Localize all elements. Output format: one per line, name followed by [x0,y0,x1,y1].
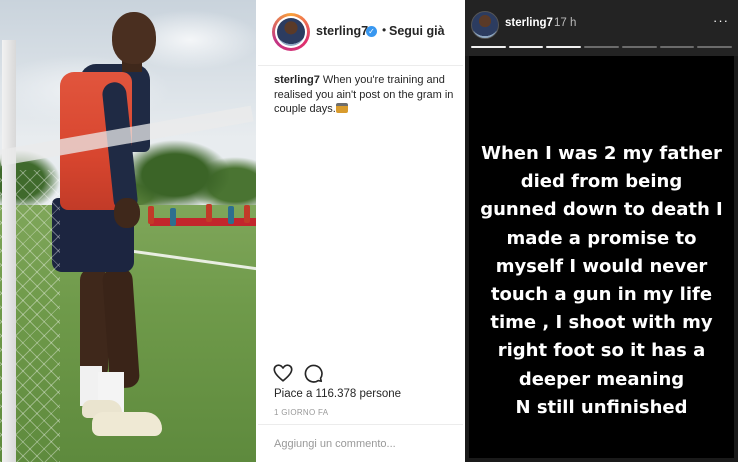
story-timestamp: 17 h [554,17,577,29]
story-text-line: time , I shoot with my [490,312,713,334]
background-player [206,204,212,222]
following-button[interactable]: Segui già [389,24,445,38]
story-progress-segment [621,46,657,48]
story-avatar[interactable] [471,11,499,39]
caption-username[interactable]: sterling7 [274,74,320,86]
story-text-line: made a promise to [506,227,697,249]
story-username[interactable]: sterling7 [505,17,553,29]
post-timestamp: 1 GIORNO FA [274,408,329,417]
story-text-line: right foot so it has a [497,340,706,362]
comment-input[interactable]: Aggiungi un commento... [258,424,463,462]
background-player [148,206,154,224]
post-panel: sterling7 ✓ • Segui già sterling7 When y… [258,0,463,462]
post-actions [258,360,463,388]
story-text-line: gunned down to death I [480,199,723,221]
pitch-hoarding [150,218,256,226]
story-panel[interactable]: sterling7 17 h ··· When I was 2 my fathe… [465,0,738,462]
post-caption: sterling7 When you're training and reali… [274,73,460,117]
background-player [228,206,234,224]
story-progress-segment [697,46,732,48]
player-hand [114,198,140,228]
story-header: sterling7 17 h ··· [465,0,738,56]
story-text-line: N still unfinished [515,396,688,418]
camera-with-flash-icon [335,103,348,113]
more-options-icon[interactable]: ··· [713,13,729,28]
story-text-line: deeper meaning [518,368,685,390]
verified-badge-icon: ✓ [366,26,377,37]
post-header: sterling7 ✓ • Segui già [258,0,463,66]
heart-icon[interactable] [272,362,294,384]
story-text-line: died from being [520,171,683,193]
story-progress-segment [659,46,695,48]
post-username[interactable]: sterling7 [316,24,368,38]
background-player [244,205,250,223]
avatar[interactable] [272,13,310,51]
player-head [112,12,156,64]
story-text-line: touch a gun in my life [490,284,713,306]
post-photo[interactable] [0,0,256,462]
story-text-line: myself I would never [495,255,708,277]
background-player [170,208,176,226]
separator-dot: • [382,23,387,37]
likes-count[interactable]: Piace a 116.378 persone [274,388,401,400]
player-boot [92,412,162,436]
comment-placeholder: Aggiungi un commento... [274,438,396,450]
story-progress-segment [546,46,582,48]
story-text-line: When I was 2 my father [481,143,722,164]
avatar-photo [277,18,305,46]
goal-post [2,40,16,462]
story-progress-segment [471,46,506,48]
comment-bubble-icon[interactable] [302,362,324,384]
story-progress-segment [508,46,544,48]
story-text: When I was 2 my father died from being g… [469,140,734,422]
story-progress-segment [584,46,619,48]
